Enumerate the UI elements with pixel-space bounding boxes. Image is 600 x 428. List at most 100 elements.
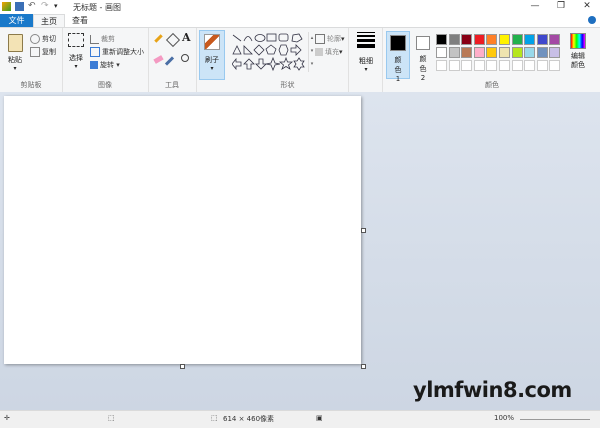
clipboard-group-label: 剪贴板 bbox=[20, 81, 42, 89]
tab-home[interactable]: 主页 bbox=[33, 14, 65, 27]
rotate-icon bbox=[90, 61, 98, 69]
palette-swatch[interactable] bbox=[499, 34, 510, 45]
image-group-label: 图像 bbox=[98, 81, 112, 89]
palette-swatch[interactable] bbox=[473, 47, 485, 58]
selection-size-icon: ⬚ bbox=[108, 414, 115, 422]
custom-color-slot[interactable] bbox=[549, 60, 561, 71]
palette-swatch[interactable] bbox=[461, 47, 473, 58]
pencil-icon[interactable] bbox=[154, 34, 163, 43]
maximize-button[interactable]: ❐ bbox=[548, 0, 574, 14]
help-icon[interactable] bbox=[588, 16, 596, 24]
edit-colors-button[interactable]: 编辑颜色 bbox=[564, 33, 592, 75]
palette-swatch[interactable] bbox=[461, 34, 473, 45]
resize-label: 重新调整大小 bbox=[102, 48, 144, 56]
rotate-button[interactable]: 旋转 ▾ bbox=[90, 60, 120, 70]
resize-handle-corner[interactable] bbox=[361, 364, 366, 369]
palette-swatch[interactable] bbox=[536, 34, 548, 45]
shapes-group: ▴ ▾ ▾ 轮廓▾ 填充▾ 形状 bbox=[227, 28, 349, 92]
drawing-canvas[interactable] bbox=[4, 96, 361, 364]
paste-button[interactable]: 粘贴 ▾ bbox=[4, 32, 26, 74]
palette-swatch[interactable] bbox=[448, 34, 460, 45]
shapes-scroll[interactable]: ▴ ▾ ▾ bbox=[308, 32, 315, 72]
select-button[interactable]: 选择 ▾ bbox=[66, 33, 86, 77]
color2-swatch bbox=[416, 36, 430, 50]
minimize-button[interactable]: — bbox=[522, 0, 548, 14]
palette-swatch[interactable] bbox=[511, 47, 523, 58]
crop-label: 裁剪 bbox=[101, 35, 115, 43]
copy-icon bbox=[30, 47, 40, 57]
palette-swatch[interactable] bbox=[436, 47, 447, 58]
copy-label: 复制 bbox=[42, 48, 56, 56]
custom-color-slot[interactable] bbox=[524, 60, 536, 71]
fill-label: 填充 bbox=[325, 48, 339, 56]
crop-icon bbox=[90, 34, 99, 44]
custom-color-slot[interactable] bbox=[511, 60, 523, 71]
resize-handle-right[interactable] bbox=[361, 228, 366, 233]
customize-toolbar-icon[interactable]: ▾ bbox=[54, 2, 63, 11]
fill-bucket-icon[interactable] bbox=[165, 32, 181, 48]
palette-swatch[interactable] bbox=[486, 34, 498, 45]
resize-button[interactable]: 重新调整大小 bbox=[90, 47, 144, 57]
colors-group-label: 颜色 bbox=[485, 81, 499, 89]
resize-handle-bottom[interactable] bbox=[180, 364, 185, 369]
palette-swatch[interactable] bbox=[448, 47, 460, 58]
custom-color-slot[interactable] bbox=[461, 60, 473, 71]
color1-swatch bbox=[390, 35, 406, 51]
zoom-slider[interactable] bbox=[520, 419, 590, 420]
copy-button[interactable]: 复制 bbox=[30, 47, 56, 57]
palette-swatch[interactable] bbox=[549, 47, 561, 58]
line-size-icon bbox=[357, 32, 375, 48]
up-arrow-shape-icon bbox=[243, 58, 255, 70]
palette-swatch[interactable] bbox=[511, 34, 523, 45]
palette-swatch[interactable] bbox=[436, 34, 447, 45]
six-point-star-shape-icon bbox=[293, 57, 305, 71]
save-icon[interactable] bbox=[15, 2, 24, 11]
palette-swatch[interactable] bbox=[524, 47, 536, 58]
text-icon[interactable]: A bbox=[182, 31, 191, 44]
size-label: 粗细 bbox=[359, 57, 373, 65]
crop-button[interactable]: 裁剪 bbox=[90, 34, 115, 44]
palette-swatch[interactable] bbox=[536, 47, 548, 58]
close-button[interactable]: ✕ bbox=[574, 0, 600, 14]
size-button[interactable]: 粗细 ▾ bbox=[353, 31, 379, 77]
custom-color-slot[interactable] bbox=[448, 60, 460, 71]
color2-button[interactable]: 颜色 2 bbox=[412, 31, 434, 82]
scissors-icon bbox=[30, 34, 40, 44]
file-size-icon: ▣ bbox=[316, 414, 323, 422]
custom-color-slot[interactable] bbox=[536, 60, 548, 71]
custom-color-slot[interactable] bbox=[436, 60, 447, 71]
fill-button[interactable]: 填充▾ bbox=[315, 47, 343, 57]
eraser-icon[interactable] bbox=[153, 55, 164, 64]
palette-swatch[interactable] bbox=[499, 47, 510, 58]
custom-color-slot[interactable] bbox=[486, 60, 498, 71]
window-title: 无标题 - 画图 bbox=[73, 3, 121, 12]
undo-icon[interactable]: ↶ bbox=[28, 2, 37, 11]
palette-swatch[interactable] bbox=[524, 34, 536, 45]
brush-label: 刷子 bbox=[205, 56, 219, 64]
palette-swatch[interactable] bbox=[486, 47, 498, 58]
redo-icon[interactable]: ↷ bbox=[41, 2, 50, 11]
pentagon-shape-icon bbox=[265, 44, 277, 55]
hexagon-shape-icon bbox=[278, 44, 289, 56]
custom-color-slot[interactable] bbox=[473, 60, 485, 71]
paste-label: 粘贴 bbox=[8, 56, 22, 64]
edit-colors-label: 编辑颜色 bbox=[571, 52, 585, 69]
tab-file[interactable]: 文件 bbox=[0, 14, 33, 27]
color1-button[interactable]: 颜色 1 bbox=[386, 31, 410, 83]
cut-button[interactable]: 剪切 bbox=[30, 34, 56, 44]
outline-button[interactable]: 轮廓▾ bbox=[315, 34, 345, 44]
custom-color-slot[interactable] bbox=[499, 60, 510, 71]
tools-group-label: 工具 bbox=[165, 81, 179, 89]
brush-icon bbox=[204, 34, 220, 50]
shapes-gallery[interactable] bbox=[232, 32, 307, 72]
magnifier-icon[interactable] bbox=[181, 54, 189, 62]
left-arrow-shape-icon bbox=[232, 57, 242, 71]
color-wheel-icon bbox=[570, 33, 586, 49]
cursor-position-icon: ✛ bbox=[4, 414, 10, 422]
brush-button[interactable]: 刷子 ▾ bbox=[199, 30, 225, 80]
color-picker-icon[interactable] bbox=[164, 56, 175, 66]
tab-view[interactable]: 查看 bbox=[67, 14, 93, 27]
palette-swatch[interactable] bbox=[549, 34, 561, 45]
color-palette bbox=[436, 34, 562, 74]
palette-swatch[interactable] bbox=[473, 34, 485, 45]
